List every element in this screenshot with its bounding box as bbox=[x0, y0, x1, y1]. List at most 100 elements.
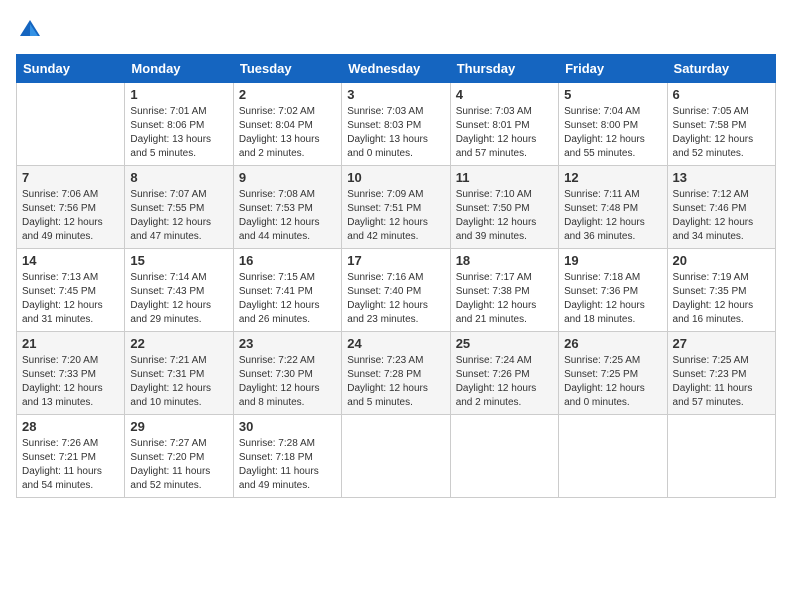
calendar-cell: 17Sunrise: 7:16 AM Sunset: 7:40 PM Dayli… bbox=[342, 249, 450, 332]
day-info: Sunrise: 7:25 AM Sunset: 7:23 PM Dayligh… bbox=[673, 354, 770, 410]
calendar-cell: 18 Sunrise: 7:17 AM Sunset: 7:38 PM Dayli… bbox=[450, 249, 558, 332]
day-number: 7 bbox=[22, 170, 119, 185]
day-number: 14 bbox=[22, 253, 119, 268]
day-number: 28 bbox=[22, 419, 119, 434]
calendar-cell bbox=[667, 415, 775, 498]
calendar-cell bbox=[559, 415, 667, 498]
calendar-cell: 13 Sunrise: 7:12 AM Sunset: 7:46 PM Dayli… bbox=[667, 166, 775, 249]
logo-icon bbox=[16, 16, 44, 44]
calendar-cell: 27Sunrise: 7:25 AM Sunset: 7:23 PM Dayli… bbox=[667, 332, 775, 415]
day-number: 22 bbox=[130, 336, 227, 351]
day-info: Sunrise: 7:03 AM Sunset: 8:01 PM Dayligh… bbox=[456, 105, 553, 161]
column-header-thursday: Thursday bbox=[450, 55, 558, 83]
day-info: Sunrise: 7:07 AM Sunset: 7:55 PM Dayligh… bbox=[130, 188, 227, 244]
calendar-cell: 6 Sunrise: 7:05 AM Sunset: 7:58 PM Daylig… bbox=[667, 83, 775, 166]
calendar-header-row: SundayMondayTuesdayWednesdayThursdayFrid… bbox=[17, 55, 776, 83]
calendar-cell: 25 Sunrise: 7:24 AM Sunset: 7:26 PM Dayli… bbox=[450, 332, 558, 415]
calendar-cell: 28 Sunrise: 7:26 AM Sunset: 7:21 PM Dayli… bbox=[17, 415, 125, 498]
day-number: 19 bbox=[564, 253, 661, 268]
day-info: Sunrise: 7:17 AM Sunset: 7:38 PM Dayligh… bbox=[456, 271, 553, 327]
day-info: Sunrise: 7:14 AM Sunset: 7:43 PM Dayligh… bbox=[130, 271, 227, 327]
calendar-week-2: 14Sunrise: 7:13 AM Sunset: 7:45 PM Dayli… bbox=[17, 249, 776, 332]
day-number: 30 bbox=[239, 419, 336, 434]
day-info: Sunrise: 7:22 AM Sunset: 7:30 PM Dayligh… bbox=[239, 354, 336, 410]
column-header-tuesday: Tuesday bbox=[233, 55, 341, 83]
day-number: 11 bbox=[456, 170, 553, 185]
calendar-cell: 1 Sunrise: 7:01 AM Sunset: 8:06 PM Daylig… bbox=[125, 83, 233, 166]
calendar-cell: 14Sunrise: 7:13 AM Sunset: 7:45 PM Dayli… bbox=[17, 249, 125, 332]
day-number: 25 bbox=[456, 336, 553, 351]
calendar-cell: 23 Sunrise: 7:22 AM Sunset: 7:30 PM Dayli… bbox=[233, 332, 341, 415]
day-info: Sunrise: 7:28 AM Sunset: 7:18 PM Dayligh… bbox=[239, 437, 336, 493]
day-info: Sunrise: 7:20 AM Sunset: 7:33 PM Dayligh… bbox=[22, 354, 119, 410]
day-number: 26 bbox=[564, 336, 661, 351]
day-number: 29 bbox=[130, 419, 227, 434]
column-header-friday: Friday bbox=[559, 55, 667, 83]
day-info: Sunrise: 7:10 AM Sunset: 7:50 PM Dayligh… bbox=[456, 188, 553, 244]
day-number: 9 bbox=[239, 170, 336, 185]
day-info: Sunrise: 7:24 AM Sunset: 7:26 PM Dayligh… bbox=[456, 354, 553, 410]
day-number: 18 bbox=[456, 253, 553, 268]
calendar-cell: 21Sunrise: 7:20 AM Sunset: 7:33 PM Dayli… bbox=[17, 332, 125, 415]
day-info: Sunrise: 7:05 AM Sunset: 7:58 PM Dayligh… bbox=[673, 105, 770, 161]
day-info: Sunrise: 7:08 AM Sunset: 7:53 PM Dayligh… bbox=[239, 188, 336, 244]
day-number: 20 bbox=[673, 253, 770, 268]
calendar-cell bbox=[450, 415, 558, 498]
day-info: Sunrise: 7:01 AM Sunset: 8:06 PM Dayligh… bbox=[130, 105, 227, 161]
day-number: 5 bbox=[564, 87, 661, 102]
calendar-cell: 19 Sunrise: 7:18 AM Sunset: 7:36 PM Dayli… bbox=[559, 249, 667, 332]
page-header bbox=[16, 16, 776, 44]
calendar: SundayMondayTuesdayWednesdayThursdayFrid… bbox=[16, 54, 776, 498]
day-info: Sunrise: 7:04 AM Sunset: 8:00 PM Dayligh… bbox=[564, 105, 661, 161]
day-number: 3 bbox=[347, 87, 444, 102]
logo bbox=[16, 16, 48, 44]
column-header-sunday: Sunday bbox=[17, 55, 125, 83]
calendar-cell bbox=[17, 83, 125, 166]
calendar-cell: 30 Sunrise: 7:28 AM Sunset: 7:18 PM Dayli… bbox=[233, 415, 341, 498]
calendar-cell: 5 Sunrise: 7:04 AM Sunset: 8:00 PM Daylig… bbox=[559, 83, 667, 166]
calendar-cell: 11 Sunrise: 7:10 AM Sunset: 7:50 PM Dayli… bbox=[450, 166, 558, 249]
day-number: 12 bbox=[564, 170, 661, 185]
calendar-cell: 29 Sunrise: 7:27 AM Sunset: 7:20 PM Dayli… bbox=[125, 415, 233, 498]
calendar-cell: 20 Sunrise: 7:19 AM Sunset: 7:35 PM Dayli… bbox=[667, 249, 775, 332]
day-number: 8 bbox=[130, 170, 227, 185]
day-info: Sunrise: 7:12 AM Sunset: 7:46 PM Dayligh… bbox=[673, 188, 770, 244]
column-header-saturday: Saturday bbox=[667, 55, 775, 83]
calendar-week-1: 7 Sunrise: 7:06 AM Sunset: 7:56 PM Daylig… bbox=[17, 166, 776, 249]
day-number: 24 bbox=[347, 336, 444, 351]
calendar-cell: 8 Sunrise: 7:07 AM Sunset: 7:55 PM Daylig… bbox=[125, 166, 233, 249]
calendar-cell: 16 Sunrise: 7:15 AM Sunset: 7:41 PM Dayli… bbox=[233, 249, 341, 332]
calendar-cell: 22 Sunrise: 7:21 AM Sunset: 7:31 PM Dayli… bbox=[125, 332, 233, 415]
calendar-cell: 10Sunrise: 7:09 AM Sunset: 7:51 PM Dayli… bbox=[342, 166, 450, 249]
day-info: Sunrise: 7:23 AM Sunset: 7:28 PM Dayligh… bbox=[347, 354, 444, 410]
day-info: Sunrise: 7:06 AM Sunset: 7:56 PM Dayligh… bbox=[22, 188, 119, 244]
day-number: 16 bbox=[239, 253, 336, 268]
calendar-cell: 2Sunrise: 7:02 AM Sunset: 8:04 PM Daylig… bbox=[233, 83, 341, 166]
calendar-week-3: 21Sunrise: 7:20 AM Sunset: 7:33 PM Dayli… bbox=[17, 332, 776, 415]
day-info: Sunrise: 7:03 AM Sunset: 8:03 PM Dayligh… bbox=[347, 105, 444, 161]
day-info: Sunrise: 7:21 AM Sunset: 7:31 PM Dayligh… bbox=[130, 354, 227, 410]
day-info: Sunrise: 7:11 AM Sunset: 7:48 PM Dayligh… bbox=[564, 188, 661, 244]
calendar-week-4: 28 Sunrise: 7:26 AM Sunset: 7:21 PM Dayli… bbox=[17, 415, 776, 498]
day-number: 17 bbox=[347, 253, 444, 268]
day-info: Sunrise: 7:15 AM Sunset: 7:41 PM Dayligh… bbox=[239, 271, 336, 327]
day-number: 10 bbox=[347, 170, 444, 185]
calendar-cell: 4 Sunrise: 7:03 AM Sunset: 8:01 PM Daylig… bbox=[450, 83, 558, 166]
day-number: 4 bbox=[456, 87, 553, 102]
calendar-cell: 9 Sunrise: 7:08 AM Sunset: 7:53 PM Daylig… bbox=[233, 166, 341, 249]
column-header-monday: Monday bbox=[125, 55, 233, 83]
day-number: 23 bbox=[239, 336, 336, 351]
day-info: Sunrise: 7:19 AM Sunset: 7:35 PM Dayligh… bbox=[673, 271, 770, 327]
calendar-cell: 24 Sunrise: 7:23 AM Sunset: 7:28 PM Dayli… bbox=[342, 332, 450, 415]
day-info: Sunrise: 7:27 AM Sunset: 7:20 PM Dayligh… bbox=[130, 437, 227, 493]
day-info: Sunrise: 7:25 AM Sunset: 7:25 PM Dayligh… bbox=[564, 354, 661, 410]
day-number: 6 bbox=[673, 87, 770, 102]
day-info: Sunrise: 7:26 AM Sunset: 7:21 PM Dayligh… bbox=[22, 437, 119, 493]
calendar-week-0: 1 Sunrise: 7:01 AM Sunset: 8:06 PM Daylig… bbox=[17, 83, 776, 166]
day-number: 13 bbox=[673, 170, 770, 185]
day-info: Sunrise: 7:18 AM Sunset: 7:36 PM Dayligh… bbox=[564, 271, 661, 327]
calendar-cell bbox=[342, 415, 450, 498]
calendar-cell: 26 Sunrise: 7:25 AM Sunset: 7:25 PM Dayli… bbox=[559, 332, 667, 415]
day-number: 1 bbox=[130, 87, 227, 102]
day-number: 2 bbox=[239, 87, 336, 102]
